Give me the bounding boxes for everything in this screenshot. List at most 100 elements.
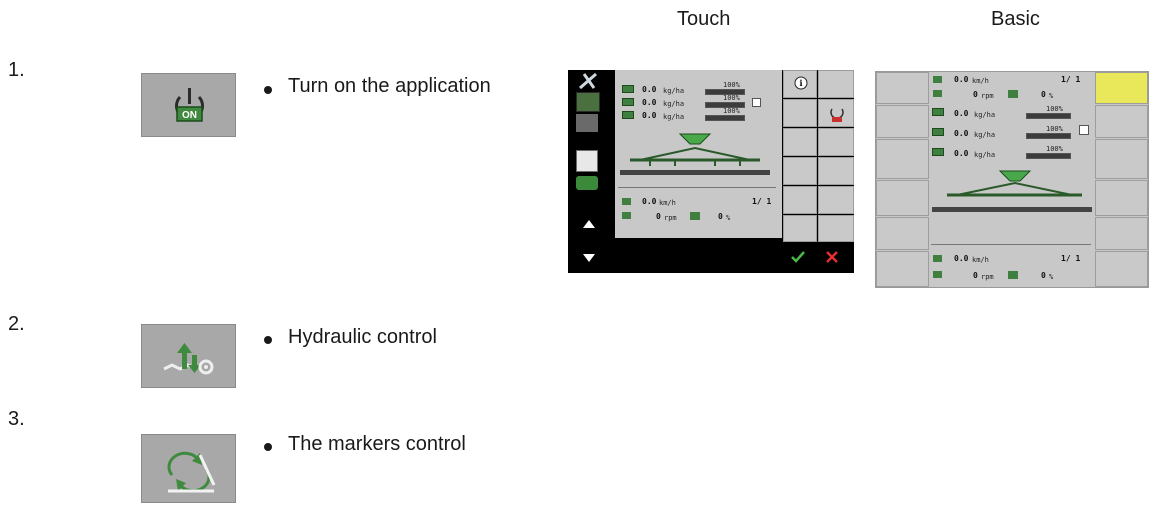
hopper-icon: [932, 148, 944, 156]
rate-unit: kg/ha: [974, 111, 996, 119]
rate-value: 0.0: [642, 111, 657, 120]
accept-icon[interactable]: [790, 250, 806, 264]
hydraulic-control-button[interactable]: [141, 324, 236, 388]
fill-bar: [1026, 153, 1071, 159]
power-on-icon: ON: [175, 88, 204, 122]
empty-button[interactable]: [818, 186, 854, 214]
bullet: [264, 336, 272, 344]
scroll-up-icon[interactable]: [583, 220, 595, 228]
speed-unit: km/h: [659, 199, 676, 207]
bullet: [264, 443, 272, 451]
rate-unit: kg/ha: [974, 131, 996, 139]
rate-unit: kg/ha: [974, 151, 996, 159]
hopper-icon: [932, 108, 944, 116]
rate-unit: kg/ha: [663, 100, 685, 108]
percent-value: 0: [1041, 271, 1046, 280]
bullet: [264, 86, 272, 94]
seeder-drawing: [620, 133, 770, 175]
power-off-button[interactable]: [818, 99, 854, 127]
speed-unit: km/h: [972, 256, 989, 264]
tractor-icon[interactable]: [576, 176, 598, 190]
notes-icon[interactable]: [576, 150, 598, 172]
speed-unit: km/h: [972, 77, 989, 85]
empty-button[interactable]: [783, 99, 817, 127]
speed-icon: [622, 198, 631, 205]
rate-unit: kg/ha: [663, 113, 685, 121]
rate-value: 0.0: [954, 149, 969, 158]
gear-button[interactable]: [818, 215, 854, 242]
rpm-unit: rpm: [664, 214, 677, 222]
step-description: Hydraulic control: [288, 326, 437, 348]
touch-main-panel: 0.0 kg/ha 100% 0.0 kg/ha 100% 0.0 kg/ha …: [615, 70, 782, 238]
counter-value: 1/ 1: [1061, 75, 1081, 84]
rate-value: 0.0: [642, 85, 657, 94]
sections-button[interactable]: [1095, 72, 1148, 104]
hopper-icon: [622, 98, 634, 106]
rate-adjust-button[interactable]: [1095, 139, 1148, 179]
calibration-button[interactable]: [876, 139, 929, 179]
implement-icon[interactable]: [576, 92, 600, 112]
seeder-icon[interactable]: [576, 114, 598, 132]
speed-icon: [933, 76, 942, 83]
checkbox[interactable]: [752, 98, 761, 107]
fan-icon: [1008, 90, 1018, 98]
hopper-icon: [622, 111, 634, 119]
empty-button[interactable]: [876, 217, 929, 250]
step-number: 2.: [8, 313, 25, 335]
gear-button[interactable]: [1095, 217, 1148, 250]
cancel-icon[interactable]: [825, 250, 839, 264]
percent-unit: %: [726, 214, 731, 222]
hopper-icon: [622, 85, 634, 93]
power-off-button[interactable]: [1095, 105, 1148, 138]
rpm-value: 0: [973, 271, 978, 280]
rpm-unit: rpm: [981, 92, 994, 100]
bar-label: 100%: [1046, 145, 1063, 153]
fill-bar: [1026, 113, 1071, 119]
rate-value: 0.0: [954, 109, 969, 118]
speed-value: 0.0: [954, 75, 969, 84]
percent-value: 0: [1041, 90, 1046, 99]
rate-value: 0.0: [954, 129, 969, 138]
bar-label: 100%: [723, 107, 740, 115]
divider: [931, 244, 1091, 245]
settings-button[interactable]: [876, 251, 929, 287]
info-button[interactable]: i: [783, 70, 817, 98]
info-icon: i: [794, 76, 808, 90]
power-on-button[interactable]: ON: [141, 73, 236, 137]
settings-button[interactable]: [783, 215, 817, 242]
column-header-touch: Touch: [677, 8, 731, 30]
empty-button[interactable]: [818, 70, 854, 98]
step-number: 1.: [8, 59, 25, 81]
hydraulic-button[interactable]: [818, 157, 854, 185]
rpm-unit: rpm: [981, 273, 994, 281]
wrench-icon[interactable]: [578, 72, 600, 90]
empty-button[interactable]: [1095, 251, 1148, 287]
checkbox[interactable]: [1079, 125, 1089, 135]
hydraulic-button[interactable]: [1095, 180, 1148, 216]
empty-button[interactable]: [876, 180, 929, 216]
rpm-value: 0: [973, 90, 978, 99]
step-description: Turn on the application: [288, 75, 491, 97]
counter-value: 1/ 1: [1061, 254, 1081, 263]
empty-button[interactable]: [783, 186, 817, 214]
rate-unit: kg/ha: [663, 87, 685, 95]
fan-icon: [1008, 271, 1018, 279]
info-button[interactable]: [876, 105, 929, 138]
svg-text:i: i: [799, 78, 802, 88]
touch-sidebar: [568, 70, 612, 273]
rate-adjust-button[interactable]: [818, 128, 854, 156]
empty-button[interactable]: [783, 157, 817, 185]
step-description: The markers control: [288, 433, 466, 455]
markers-control-button[interactable]: [141, 434, 236, 503]
bar-label: 100%: [723, 94, 740, 102]
power-off-icon: [830, 108, 844, 122]
implement-view-button[interactable]: [876, 72, 929, 104]
rpm-icon: [933, 90, 942, 97]
scroll-down-icon[interactable]: [583, 254, 595, 262]
step-number: 3.: [8, 408, 25, 430]
calibration-button[interactable]: [783, 128, 817, 156]
column-header-basic: Basic: [991, 8, 1040, 30]
rate-value: 0.0: [642, 98, 657, 107]
fill-bar: [1026, 133, 1071, 139]
percent-unit: %: [1049, 273, 1054, 281]
